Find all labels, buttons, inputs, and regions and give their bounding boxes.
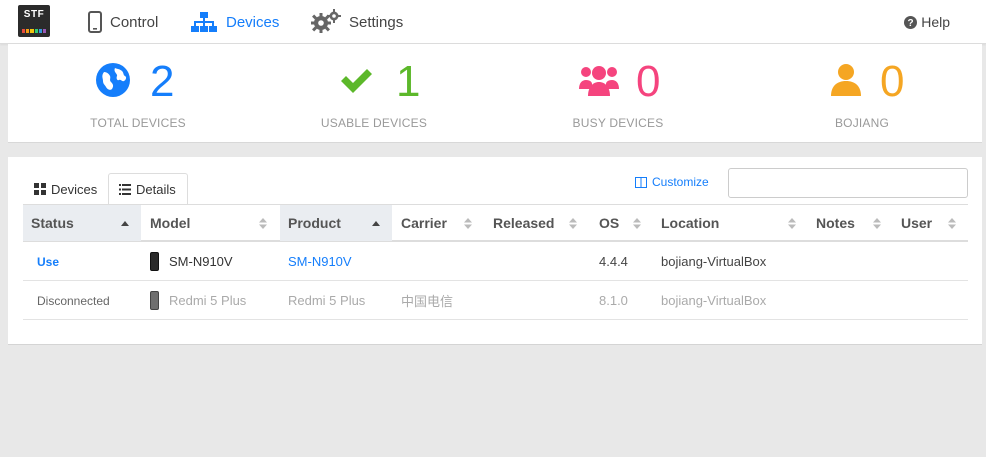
carrier-cell: 中国电信 [401,294,454,309]
os-cell: 8.1.0 [599,293,628,308]
os-cell: 4.4.4 [599,254,628,269]
sort-icon [948,205,956,241]
top-navbar: STF Control Devices Settings ? Help [0,0,986,44]
sitemap-icon [190,11,218,33]
nav-settings-label: Settings [349,13,404,31]
model-name: SM-N910V [169,254,233,269]
stat-busy-devices: 0 BUSY DEVICES [508,44,728,143]
column-header-model[interactable]: Model [142,205,279,241]
devices-panel: Devices Details Customize Status Model P… [8,157,982,345]
stat-usable-value: 1 [396,57,421,106]
column-header-os[interactable]: OS [591,205,653,241]
column-label: OS [599,215,620,231]
model-name: Redmi 5 Plus [169,293,247,308]
model-cell: Redmi 5 Plus [150,281,246,320]
nav-devices-label: Devices [226,13,280,31]
status-disconnected: Disconnected [37,293,110,308]
sort-asc-icon [372,205,380,241]
column-header-status[interactable]: Status [23,205,141,241]
column-label: Status [31,215,74,231]
tab-devices-label: Devices [51,181,98,197]
th-large-icon [34,183,46,195]
column-label: User [901,215,933,231]
product-cell: SM-N910V [288,242,352,281]
sort-asc-icon [121,205,129,241]
status-cell: Disconnected [37,281,110,320]
search-input[interactable] [728,168,968,198]
stat-bojiang: 0 BOJIANG [752,44,972,143]
column-header-location[interactable]: Location [653,205,808,241]
nav-help[interactable]: ? Help [904,0,950,44]
columns-icon [635,176,647,188]
column-label: Location [661,215,720,231]
sort-icon [633,205,641,241]
nav-control[interactable]: Control [88,0,158,44]
stat-bojiang-value: 0 [880,57,905,106]
column-label: Notes [816,215,855,231]
table-row[interactable]: Disconnected Redmi 5 Plus Redmi 5 Plus 中… [23,281,968,320]
location-cell: bojiang-VirtualBox [661,254,767,269]
nav-help-label: Help [921,14,950,30]
list-icon [119,183,131,195]
column-label: Product [288,215,341,231]
column-header-notes[interactable]: Notes [808,205,893,241]
phone-thumbnail-icon [150,291,159,310]
column-header-product[interactable]: Product [280,205,392,241]
phone-thumbnail-icon [150,252,159,271]
location-cell: bojiang-VirtualBox [661,293,767,308]
check-icon [338,62,374,98]
sort-icon [259,205,267,241]
product-text: Redmi 5 Plus [288,293,366,308]
stat-busy-value: 0 [636,57,661,106]
stat-total-label: TOTAL DEVICES [90,116,186,130]
mobile-phone-icon [88,11,102,33]
table-header: Status Model Product Carrier Released OS [23,204,968,242]
question-circle-icon: ? [904,15,918,29]
nav-devices[interactable]: Devices [190,0,279,44]
model-cell: SM-N910V [150,242,233,281]
stat-bojiang-label: BOJIANG [834,116,890,130]
gears-icon [311,9,341,35]
nav-control-label: Control [110,13,159,31]
stat-total-devices: 2 TOTAL DEVICES [28,44,248,143]
product-link[interactable]: SM-N910V [288,254,352,269]
stat-busy-label: BUSY DEVICES [572,116,664,130]
sort-icon [464,205,472,241]
column-header-user[interactable]: User [893,205,968,241]
svg-text:?: ? [908,18,914,29]
column-header-carrier[interactable]: Carrier [393,205,484,241]
column-label: Carrier [401,215,447,231]
users-icon [578,62,620,98]
logo-bars [22,29,47,33]
tab-details[interactable]: Details [108,173,188,205]
product-cell: Redmi 5 Plus [288,281,365,320]
user-icon [828,62,864,98]
nav-settings[interactable]: Settings [311,0,403,44]
stat-usable-label: USABLE DEVICES [320,116,428,130]
stat-usable-devices: 1 USABLE DEVICES [264,44,484,143]
column-label: Model [150,215,191,231]
sort-icon [873,205,881,241]
stat-total-value: 2 [150,57,175,106]
customize-button[interactable]: Customize [635,175,709,189]
stats-panel: 2 TOTAL DEVICES 1 USABLE DEVICES 0 BUSY … [8,44,982,143]
status-cell: Use [37,242,59,281]
logo-text: STF [23,9,45,20]
globe-icon [95,62,131,98]
table-row[interactable]: Use SM-N910V SM-N910V 4.4.4 bojiang-Virt… [23,242,968,281]
column-label: Released [493,215,555,231]
sort-icon [788,205,796,241]
customize-label: Customize [652,175,709,189]
stf-logo[interactable]: STF [18,5,50,37]
tab-details-label: Details [136,181,176,197]
use-device-button[interactable]: Use [37,255,59,269]
sort-icon [569,205,577,241]
tab-devices[interactable]: Devices [24,173,108,205]
column-header-released[interactable]: Released [485,205,589,241]
